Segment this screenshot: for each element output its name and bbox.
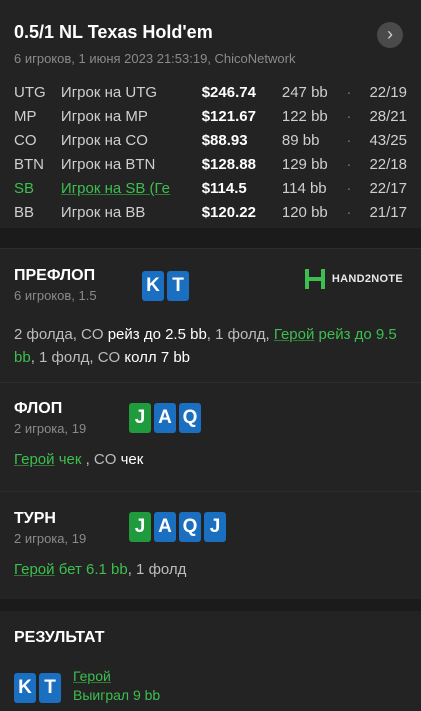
player-row-sb-hero[interactable]: SB Игрок на SB (Ге $114.5 114 bb · 22/17 <box>14 176 407 200</box>
card: J <box>129 403 151 433</box>
chevron-right-icon[interactable]: › <box>377 22 403 48</box>
card: Q <box>179 403 201 433</box>
separator-dot: · <box>346 179 352 197</box>
flop-section: ФЛОП 2 игрока, 19 J A Q Герой чек , CO ч… <box>0 382 421 491</box>
player-stack-bb: 122 bb <box>281 107 328 125</box>
result-title: РЕЗУЛЬТАТ <box>14 629 105 646</box>
separator-dot: · <box>346 83 352 101</box>
hero-hole-cards: K T <box>14 673 61 703</box>
action-text: , 1 фолд, CO <box>30 349 125 366</box>
hand2note-logo[interactable]: HAND2NOTE <box>304 267 403 291</box>
card: K <box>142 271 164 301</box>
card: K <box>14 673 36 703</box>
separator-dot: · <box>346 155 352 173</box>
street-title: ФЛОП <box>14 400 63 417</box>
player-name: Игрок на UTG <box>60 83 158 101</box>
section-spacer <box>0 599 421 611</box>
preflop-actions: 2 фолда, CO рейз до 2.5 bb, 1 фолд, Геро… <box>14 323 407 369</box>
hand-header: 0.5/1 NL Texas Hold'em 6 игроков, 1 июня… <box>0 0 421 228</box>
hero-link[interactable]: Герой <box>14 561 55 578</box>
player-stack: $120.22 <box>201 203 256 221</box>
card: J <box>204 512 226 542</box>
action-text: , 1 фолд, <box>206 326 274 343</box>
separator-dot: · <box>346 131 352 149</box>
turn-actions: Герой бет 6.1 bb, 1 фолд <box>14 558 407 581</box>
player-position: BTN <box>14 155 44 173</box>
card: T <box>39 673 61 703</box>
preflop-section: ПРЕФЛОП 6 игроков, 1.5 K T HAND2NOTE 2 ф… <box>0 248 421 382</box>
card: A <box>154 512 176 542</box>
result-winner: Герой Выиграл 9 bb <box>73 667 160 705</box>
player-stats: 21/17 <box>369 203 407 221</box>
player-stack: $121.67 <box>201 107 256 125</box>
player-stats: 43/25 <box>369 131 407 149</box>
section-spacer <box>0 228 421 248</box>
street-subtitle: 2 игрока, 19 <box>14 421 87 436</box>
player-name: Игрок на CO <box>60 131 148 149</box>
player-stack-bb: 89 bb <box>281 131 320 149</box>
action-text: 2 фолда, CO <box>14 326 108 343</box>
board-cards: J A Q <box>129 403 201 433</box>
player-row-co[interactable]: CO Игрок на CO $88.93 89 bb · 43/25 <box>14 128 407 152</box>
action-check: чек <box>120 451 144 468</box>
card: J <box>129 512 151 542</box>
player-name[interactable]: Игрок на SB (Ге <box>61 180 202 197</box>
card: A <box>154 403 176 433</box>
player-stats: 22/18 <box>369 155 407 173</box>
card: T <box>167 271 189 301</box>
player-stats: 22/17 <box>369 179 407 197</box>
action-call: колл 7 bb <box>124 349 191 366</box>
action-text: , CO <box>81 451 121 468</box>
board-cards: J A Q J <box>129 512 226 542</box>
turn-section: ТУРН 2 игрока, 19 J A Q J Герой бет 6.1 … <box>0 491 421 599</box>
player-stack-bb: 129 bb <box>281 155 328 173</box>
player-stack-bb: 114 bb <box>281 179 327 197</box>
hand2note-logo-icon <box>304 269 325 289</box>
separator-dot: · <box>346 107 352 125</box>
player-name: Игрок на BB <box>60 203 146 221</box>
player-row-btn[interactable]: BTN Игрок на BTN $128.88 129 bb · 22/18 <box>14 152 407 176</box>
hand-title: 0.5/1 NL Texas Hold'em <box>14 22 213 42</box>
result-section: РЕЗУЛЬТАТ K T Герой Выиграл 9 bb <box>0 611 421 711</box>
player-name: Игрок на BTN <box>60 155 156 173</box>
hero-hole-cards: K T <box>142 271 189 301</box>
player-position: MP <box>14 107 37 125</box>
card: Q <box>179 512 201 542</box>
player-stack: $88.93 <box>201 131 248 149</box>
action-text: , 1 фолд <box>127 561 187 578</box>
flop-actions: Герой чек , CO чек <box>14 448 407 471</box>
player-row-bb[interactable]: BB Игрок на BB $120.22 120 bb · 21/17 <box>14 200 407 224</box>
player-position: BB <box>14 203 35 221</box>
player-stats: 28/21 <box>369 107 407 125</box>
player-name: Игрок на MP <box>60 107 148 125</box>
separator-dot: · <box>346 203 352 221</box>
player-stack-bb: 120 bb <box>281 203 328 221</box>
player-stack-bb: 247 bb <box>281 83 328 101</box>
player-position: SB <box>14 179 35 197</box>
logo-text: HAND2NOTE <box>331 273 403 285</box>
hero-link[interactable]: Герой <box>73 667 160 686</box>
player-position: UTG <box>14 83 46 101</box>
player-row-utg[interactable]: UTG Игрок на UTG $246.74 247 bb · 22/19 <box>14 80 407 104</box>
hero-action: бет 6.1 bb <box>54 561 128 578</box>
result-amount: Выиграл 9 bb <box>73 687 161 703</box>
players-table: UTG Игрок на UTG $246.74 247 bb · 22/19 … <box>14 80 407 224</box>
player-stack: $128.88 <box>201 155 256 173</box>
action-raise: рейз до 2.5 bb <box>107 326 207 343</box>
player-position: CO <box>14 131 37 149</box>
player-stats: 22/19 <box>369 83 407 101</box>
player-stack: $114.5 <box>201 179 247 197</box>
hero-link[interactable]: Герой <box>274 326 315 343</box>
hero-action: чек <box>54 451 82 468</box>
hand-subtitle: 6 игроков, 1 июня 2023 21:53:19, ChicoNe… <box>14 51 296 66</box>
player-row-mp[interactable]: MP Игрок на MP $121.67 122 bb · 28/21 <box>14 104 407 128</box>
player-stack: $246.74 <box>201 83 256 101</box>
hero-link[interactable]: Герой <box>14 451 55 468</box>
